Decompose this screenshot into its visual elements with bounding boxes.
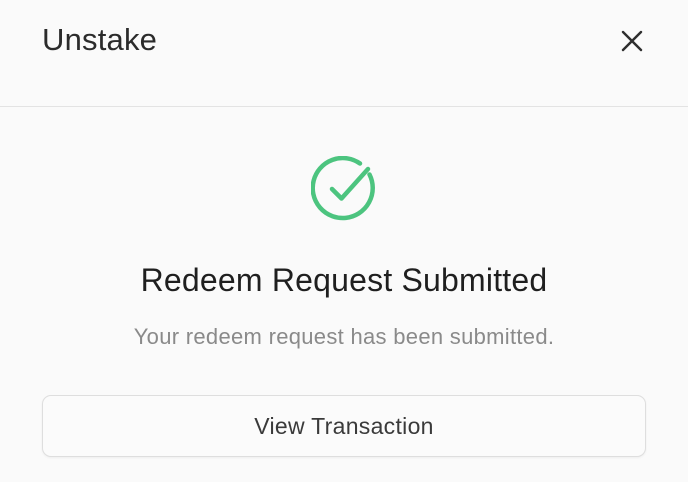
unstake-modal: Unstake Redeem Request Submitted Your re… [0, 0, 688, 482]
success-message: Your redeem request has been submitted. [133, 324, 555, 349]
close-icon [621, 30, 643, 52]
check-circle-icon [311, 156, 375, 221]
success-title: Redeem Request Submitted [140, 262, 548, 298]
view-transaction-button[interactable]: View Transaction [42, 395, 646, 457]
modal-header: Unstake [0, 0, 688, 107]
modal-title: Unstake [42, 22, 158, 57]
close-button[interactable] [612, 21, 652, 61]
